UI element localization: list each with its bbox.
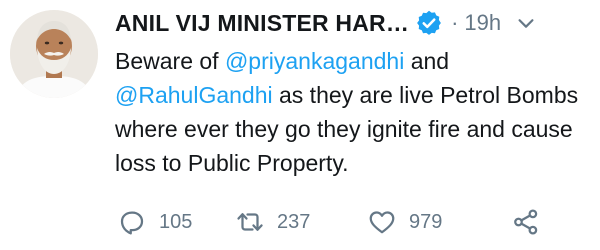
- tweet-text-mid: and: [404, 48, 450, 74]
- reply-button[interactable]: 105: [117, 207, 235, 237]
- share-icon: [511, 207, 541, 237]
- avatar[interactable]: [10, 10, 98, 98]
- tweet-actions: 105 237 979: [117, 200, 541, 244]
- timestamp[interactable]: 19h: [464, 10, 501, 36]
- tweet-text-prefix: Beware of: [115, 48, 225, 74]
- author-name[interactable]: ANIL VIJ MINISTER HAR…: [115, 10, 409, 37]
- share-button[interactable]: [511, 207, 541, 237]
- like-count: 979: [409, 210, 443, 233]
- tweet-header: ANIL VIJ MINISTER HAR… · 19h: [115, 6, 537, 40]
- avatar-photo: [10, 10, 98, 98]
- mention-link-priyankagandhi[interactable]: @priyankagandhi: [225, 48, 404, 74]
- retweet-count: 237: [277, 210, 311, 233]
- heart-icon: [367, 207, 397, 237]
- tweet-card[interactable]: ANIL VIJ MINISTER HAR… · 19h Beware of @…: [0, 0, 600, 250]
- mention-link-rahulgandhi[interactable]: @RahulGandhi: [115, 82, 273, 108]
- chevron-down-icon[interactable]: [515, 12, 537, 34]
- reply-count: 105: [159, 210, 193, 233]
- header-separator: ·: [451, 10, 459, 35]
- verified-badge-icon: [415, 9, 443, 37]
- retweet-button[interactable]: 237: [235, 207, 367, 237]
- reply-icon: [117, 207, 147, 237]
- retweet-icon: [235, 207, 265, 237]
- like-button[interactable]: 979: [367, 207, 511, 237]
- tweet-text: Beware of @priyankagandhi and @RahulGand…: [115, 44, 595, 180]
